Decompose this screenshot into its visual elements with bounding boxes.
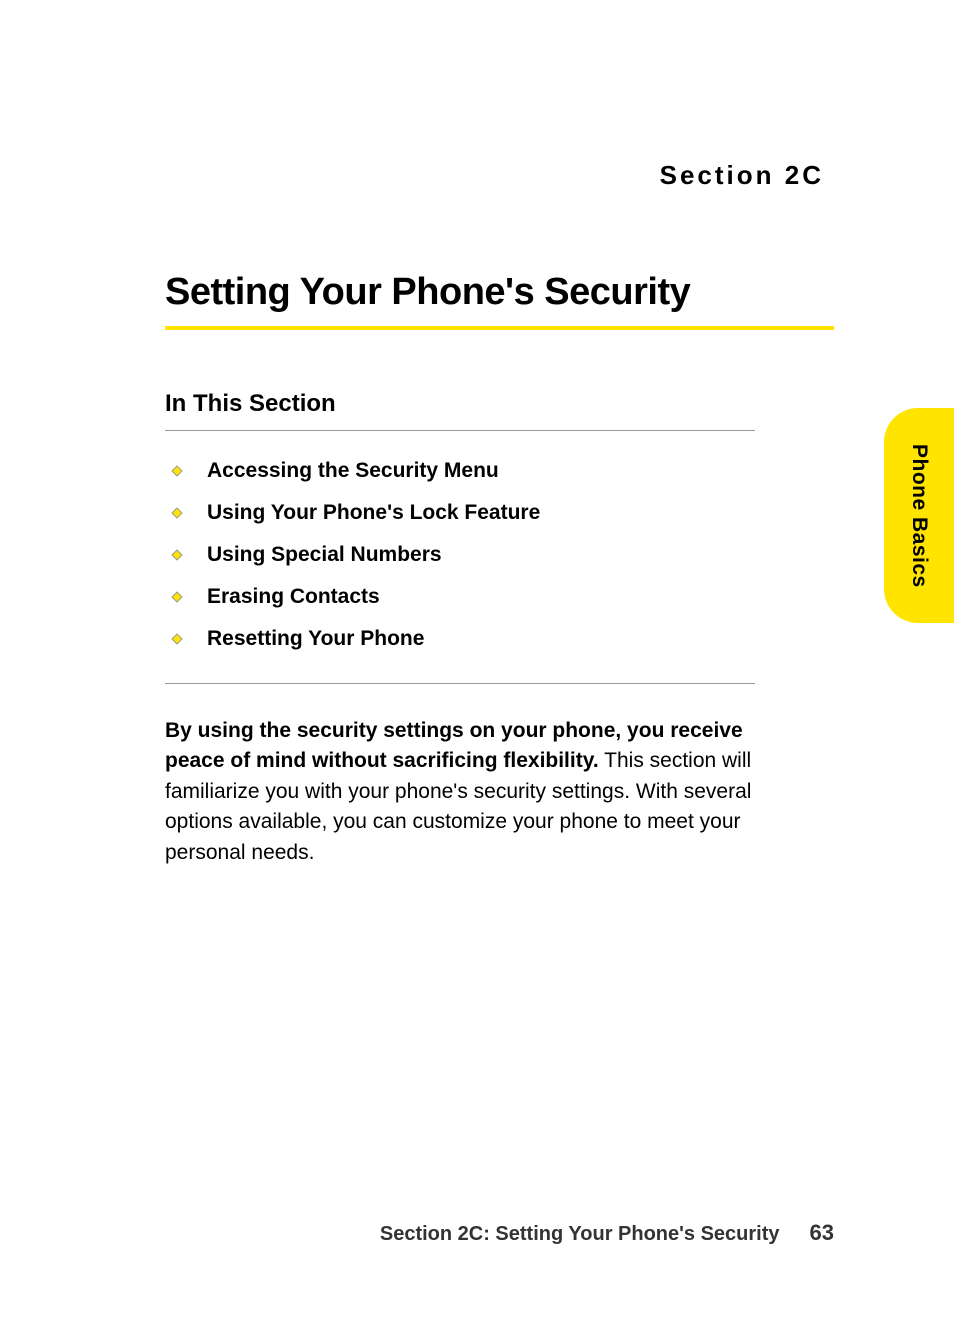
list-item-label: Resetting Your Phone [207,627,424,651]
page-title: Setting Your Phone's Security [165,271,834,330]
diamond-bullet-icon [171,465,182,476]
list-item: Accessing the Security Menu [165,459,755,483]
list-item-label: Erasing Contacts [207,585,380,609]
side-tab: Phone Basics [884,408,954,623]
diamond-bullet-icon [171,549,182,560]
list-item-label: Accessing the Security Menu [207,459,499,483]
horizontal-divider [165,683,755,684]
list-item-label: Using Your Phone's Lock Feature [207,501,540,525]
page-number: 63 [810,1220,834,1246]
diamond-bullet-icon [171,591,182,602]
side-tab-label: Phone Basics [907,444,931,588]
section-toc-list: Accessing the Security Menu Using Your P… [165,459,755,651]
list-item-label: Using Special Numbers [207,543,442,567]
in-this-section-heading: In This Section [165,390,755,431]
diamond-bullet-icon [171,507,182,518]
diamond-bullet-icon [171,633,182,644]
page-footer: Section 2C: Setting Your Phone's Securit… [380,1220,834,1246]
list-item: Resetting Your Phone [165,627,755,651]
list-item: Erasing Contacts [165,585,755,609]
footer-section-text: Section 2C: Setting Your Phone's Securit… [380,1223,780,1246]
list-item: Using Your Phone's Lock Feature [165,501,755,525]
intro-paragraph: By using the security settings on your p… [165,716,755,868]
list-item: Using Special Numbers [165,543,755,567]
section-label: Section 2C [165,160,834,191]
